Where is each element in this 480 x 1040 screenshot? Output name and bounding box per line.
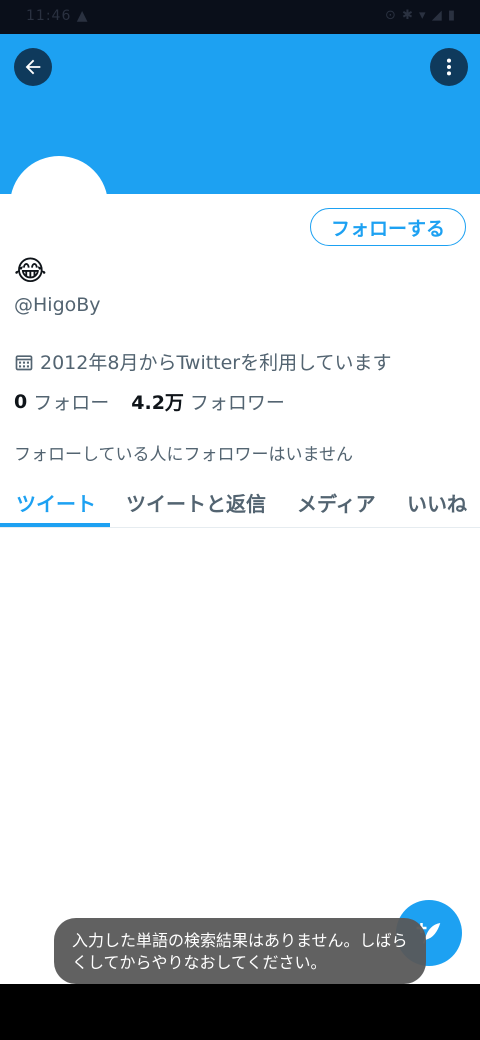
avatar[interactable] bbox=[10, 156, 108, 254]
following-count: 0 bbox=[14, 390, 28, 413]
more-vertical-icon bbox=[446, 58, 452, 76]
profile-tabs: ツイート ツイートと返信 メディア いいね bbox=[0, 478, 480, 528]
status-bar: 11:46 ▲ ⊙ ✱ ▾ ◢ ▮ bbox=[0, 0, 480, 34]
followers-stat[interactable]: 4.2万 フォロワー bbox=[131, 388, 285, 415]
tab-likes[interactable]: いいね bbox=[407, 488, 467, 517]
followed-by-text: フォローしている人にフォロワーはいません bbox=[14, 445, 353, 465]
display-name: 😂 bbox=[14, 254, 47, 287]
following-stat[interactable]: 0 フォロー bbox=[14, 388, 109, 415]
joined-text: 2012年8月からTwitterを利用しています bbox=[40, 352, 392, 374]
back-button[interactable] bbox=[14, 48, 52, 86]
followers-count: 4.2万 bbox=[131, 392, 184, 414]
followers-label: フォロワー bbox=[189, 392, 285, 414]
status-time: 11:46 ▲ bbox=[26, 8, 89, 24]
toast-message: 入力した単語の検索結果はありません。しばらくしてからやりなおしてください。 bbox=[54, 918, 426, 984]
calendar-icon bbox=[15, 354, 33, 370]
follow-button[interactable]: フォローする bbox=[310, 208, 466, 246]
joined-date: 2012年8月からTwitterを利用しています bbox=[14, 348, 392, 375]
arrow-left-icon bbox=[25, 59, 41, 75]
follow-stats: 0 フォロー 4.2万 フォロワー bbox=[14, 388, 307, 415]
following-label: フォロー bbox=[33, 392, 110, 414]
user-handle: @HigoBy bbox=[14, 294, 101, 316]
status-icons: ⊙ ✱ ▾ ◢ ▮ bbox=[385, 8, 456, 23]
system-navigation-bar bbox=[0, 984, 480, 1040]
tab-media[interactable]: メディア bbox=[297, 488, 376, 517]
tab-tweets-replies[interactable]: ツイートと返信 bbox=[126, 488, 266, 517]
more-options-button[interactable] bbox=[430, 48, 468, 86]
active-tab-indicator bbox=[0, 523, 110, 527]
tab-tweets[interactable]: ツイート bbox=[16, 488, 96, 517]
